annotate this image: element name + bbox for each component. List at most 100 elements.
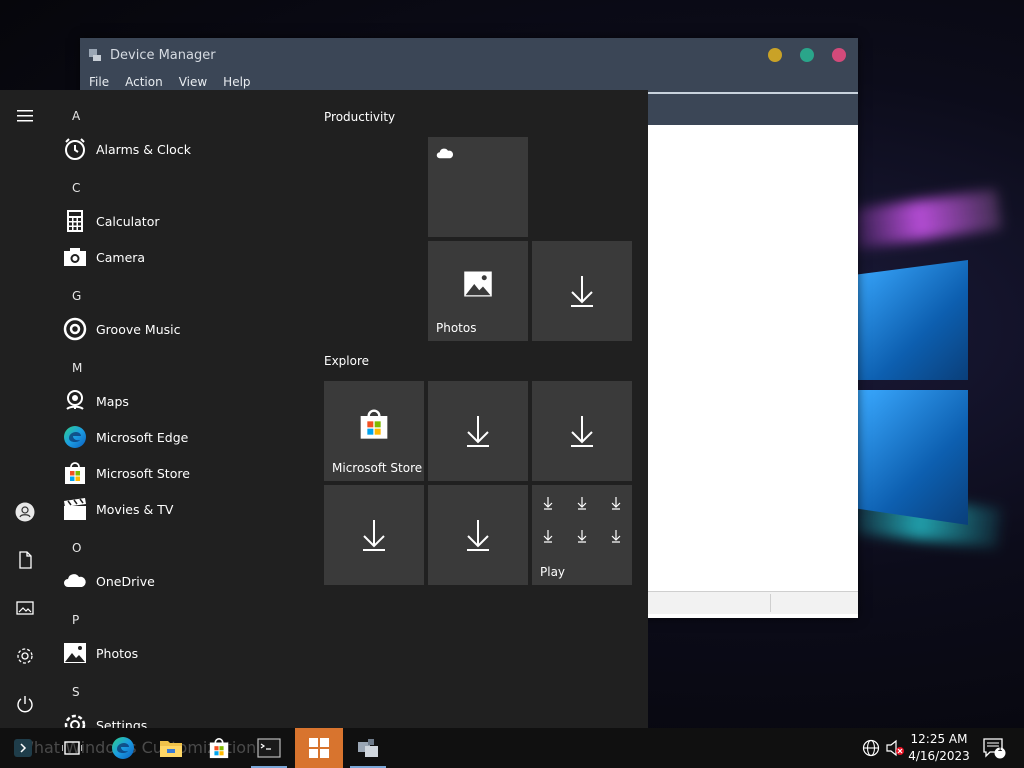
app-item-maps[interactable]: Maps <box>63 387 129 415</box>
user-account-icon[interactable] <box>15 502 35 522</box>
tray-volume[interactable] <box>885 728 905 768</box>
tile-downloading[interactable] <box>428 381 528 481</box>
volume-muted-icon <box>886 739 904 757</box>
app-label: Groove Music <box>96 321 181 337</box>
group-title-productivity[interactable]: Productivity <box>324 110 395 124</box>
movies-icon <box>64 498 86 520</box>
notification-count-badge: 1 <box>997 744 1003 754</box>
letter-header[interactable]: A <box>72 109 80 123</box>
app-item-calculator[interactable]: Calculator <box>63 207 159 235</box>
letter-header[interactable]: P <box>72 613 79 627</box>
app-label: Movies & TV <box>96 501 174 517</box>
tile-label: Photos <box>436 321 477 335</box>
menu-help[interactable]: Help <box>223 75 250 89</box>
download-arrow-icon <box>467 416 489 447</box>
app-list[interactable]: A Alarms & Clock C Calculator Camera G G… <box>50 90 310 728</box>
store-icon <box>65 462 85 484</box>
app-label: OneDrive <box>96 573 155 589</box>
maximize-button[interactable] <box>800 48 814 62</box>
app-item-onedrive[interactable]: OneDrive <box>63 567 155 595</box>
onedrive-icon <box>64 574 86 587</box>
app-label: Settings <box>96 717 148 729</box>
taskbar-microsoft-store[interactable] <box>195 728 243 768</box>
tile-label: Microsoft Store <box>332 461 423 475</box>
pictures-icon[interactable] <box>15 598 35 618</box>
app-item-microsoft-edge[interactable]: Microsoft Edge <box>63 423 188 451</box>
photos-icon <box>464 271 492 297</box>
download-arrow-icon <box>467 520 489 551</box>
menu-bar: File Action View Help <box>80 72 858 92</box>
app-label: Microsoft Store <box>96 465 190 481</box>
close-button[interactable] <box>832 48 846 62</box>
device-manager-icon <box>358 739 378 757</box>
group-title-explore[interactable]: Explore <box>324 354 369 368</box>
app-item-alarms-clock[interactable]: Alarms & Clock <box>63 135 191 163</box>
settings-icon <box>64 714 86 728</box>
tile-downloading[interactable] <box>428 485 528 585</box>
letter-header[interactable]: S <box>72 685 80 699</box>
system-clock[interactable]: 12:25 AM 4/16/2023 <box>905 731 973 765</box>
letter-header[interactable]: C <box>72 181 80 195</box>
onedrive-icon <box>436 148 454 159</box>
tile-microsoft-store[interactable]: Microsoft Store <box>324 381 424 481</box>
clock-date: 4/16/2023 <box>908 749 970 763</box>
tile-photos[interactable]: Photos <box>428 241 528 341</box>
minimize-button[interactable] <box>768 48 782 62</box>
settings-gear-icon[interactable] <box>15 646 35 666</box>
groove-music-icon <box>63 317 87 341</box>
app-item-camera[interactable]: Camera <box>63 243 145 271</box>
menu-action[interactable]: Action <box>125 75 163 89</box>
chevron-right-icon <box>14 739 32 757</box>
download-arrow-icon <box>363 520 385 551</box>
app-item-microsoft-store[interactable]: Microsoft Store <box>63 459 190 487</box>
alarm-clock-icon <box>65 138 85 160</box>
search-button[interactable] <box>0 728 46 768</box>
app-label: Alarms & Clock <box>96 141 191 157</box>
taskbar: What Windows Customization? 12:25 AM 4/1… <box>0 728 1024 768</box>
power-icon[interactable] <box>15 694 35 714</box>
menu-file[interactable]: File <box>89 75 109 89</box>
taskbar-terminal[interactable] <box>245 728 293 768</box>
menu-view[interactable]: View <box>179 75 207 89</box>
tile-downloading[interactable] <box>324 485 424 585</box>
app-label: Microsoft Edge <box>96 429 189 445</box>
letter-header[interactable]: M <box>72 361 82 375</box>
taskbar-edge[interactable] <box>99 728 147 768</box>
tile-onedrive[interactable] <box>428 137 528 237</box>
action-center-button[interactable]: 1 <box>982 728 1006 768</box>
letter-header[interactable]: G <box>72 289 81 303</box>
app-label: Photos <box>96 645 139 661</box>
letter-header[interactable]: O <box>72 541 81 555</box>
device-manager-icon <box>89 49 101 61</box>
tile-play-folder[interactable]: Play <box>532 485 632 585</box>
window-title: Device Manager <box>110 47 216 63</box>
title-bar[interactable]: Device Manager <box>80 38 858 72</box>
tray-network[interactable] <box>862 728 880 768</box>
start-button[interactable] <box>295 728 343 768</box>
windows-logo-wallpaper <box>858 240 968 530</box>
taskbar-file-explorer[interactable] <box>147 728 195 768</box>
app-item-photos[interactable]: Photos <box>63 639 138 667</box>
globe-network-icon <box>862 739 880 757</box>
clock-time: 12:25 AM <box>910 732 968 746</box>
windows-start-icon <box>309 738 329 758</box>
tile-downloading[interactable] <box>532 381 632 481</box>
app-label: Maps <box>96 393 129 409</box>
start-rail <box>0 90 50 728</box>
documents-icon[interactable] <box>15 550 35 570</box>
start-menu: A Alarms & Clock C Calculator Camera G G… <box>0 90 648 728</box>
photos-icon <box>64 643 86 663</box>
download-arrow-icon <box>571 416 593 447</box>
app-item-movies-tv[interactable]: Movies & TV <box>63 495 173 523</box>
edge-icon <box>64 426 86 448</box>
camera-icon <box>64 248 86 266</box>
app-label: Calculator <box>96 213 160 229</box>
taskbar-device-manager[interactable] <box>344 728 392 768</box>
task-view-button[interactable] <box>48 728 96 768</box>
app-item-groove-music[interactable]: Groove Music <box>63 315 180 343</box>
maps-icon <box>66 390 84 410</box>
hamburger-menu-icon[interactable] <box>15 106 35 126</box>
store-icon <box>360 409 388 439</box>
tile-downloading[interactable] <box>532 241 632 341</box>
app-item-settings[interactable]: Settings <box>63 711 147 728</box>
